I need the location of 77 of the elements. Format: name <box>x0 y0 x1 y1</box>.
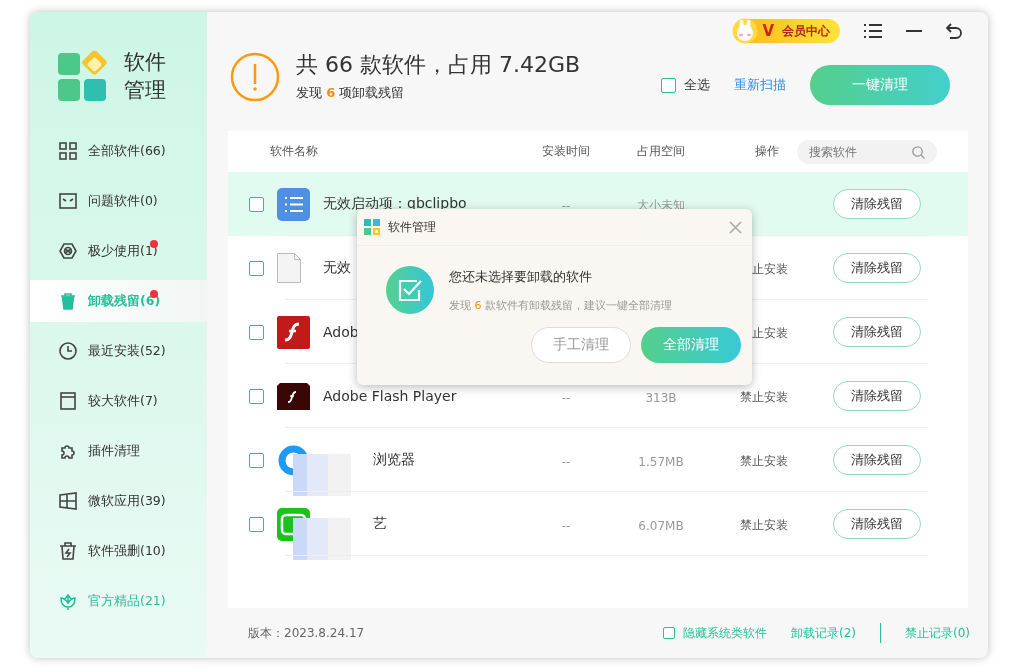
software-name: 艺 <box>372 515 387 533</box>
sidebar-item[interactable]: 问题软件(0) <box>30 180 207 222</box>
checkbox-badge-icon <box>386 266 434 314</box>
summary-subtitle: 发现 6 项卸载残留 <box>296 84 406 102</box>
hide-system-checkbox[interactable] <box>663 627 675 639</box>
warning-icon <box>230 52 280 102</box>
row-checkbox[interactable] <box>249 260 264 276</box>
dialog-detail: 发现 6 款软件有卸载残留，建议一键全部清理 <box>449 297 672 313</box>
sidebar-item[interactable]: 最近安装(52) <box>30 330 207 372</box>
column-header: 软件名称 <box>269 143 319 160</box>
list-app-icon <box>277 187 310 221</box>
clock-icon <box>59 342 77 360</box>
window-icon <box>59 392 77 410</box>
install-time: -- <box>561 198 571 213</box>
menu-icon[interactable] <box>864 24 882 38</box>
close-icon[interactable] <box>729 220 742 234</box>
bin-icon <box>59 542 77 560</box>
sidebar-item[interactable]: 插件清理 <box>30 430 207 472</box>
windows-icon <box>59 492 77 510</box>
install-status: 禁止安装 <box>740 518 788 532</box>
install-time: -- <box>561 518 571 533</box>
hex-icon <box>59 242 77 260</box>
lotus-icon <box>59 592 77 610</box>
puzzle-icon <box>59 442 77 460</box>
install-status: 止安装 <box>752 262 788 276</box>
hide-system-label: 隐藏系统类软件 <box>683 624 767 642</box>
sidebar-item[interactable]: 全部软件(66) <box>30 130 207 172</box>
column-header: 占用空间 <box>636 143 686 160</box>
back-arrow-icon[interactable] <box>946 23 962 39</box>
install-status: 禁止安装 <box>740 454 788 468</box>
row-checkbox[interactable] <box>249 452 264 468</box>
clean-residue-button[interactable]: 清除残留 <box>833 509 921 539</box>
summary-title: 共 66 款软件，占用 7.42GB <box>296 51 581 79</box>
sidebar-item[interactable]: 软件强删(10) <box>30 530 207 572</box>
app-name: 软件 <box>124 49 166 76</box>
size-value: 313B <box>645 390 677 405</box>
install-time: -- <box>561 454 571 469</box>
search-field[interactable]: 搜索软件 <box>797 139 937 164</box>
clean-residue-button[interactable]: 清除残留 <box>833 253 921 283</box>
software-name: Adob <box>322 324 359 340</box>
size-value: 1.57MB <box>638 454 684 469</box>
row-checkbox[interactable] <box>249 324 264 340</box>
mail-icon <box>59 192 77 210</box>
size-value: 6.07MB <box>638 518 684 533</box>
flash-icon <box>277 315 310 349</box>
member-center-button[interactable]: V 会员中心 <box>734 19 840 43</box>
column-header: 操作 <box>755 143 779 160</box>
select-all-checkbox[interactable] <box>661 77 676 93</box>
clean-residue-button[interactable]: 清除残留 <box>833 445 921 475</box>
dialog-title: 软件管理 <box>388 218 436 236</box>
row-checkbox[interactable] <box>249 196 264 212</box>
clean-residue-button[interactable]: 清除残留 <box>833 317 921 347</box>
column-header: 安装时间 <box>541 143 591 160</box>
select-all-label: 全选 <box>684 76 710 94</box>
app-logo-icon <box>364 219 380 235</box>
version-label: 版本：2023.8.24.17 <box>248 624 365 642</box>
bunny-icon <box>732 18 759 44</box>
search-icon <box>912 145 925 159</box>
software-name: 浏览器 <box>372 451 415 469</box>
flash-icon <box>277 382 310 410</box>
software-name: 无效 <box>322 259 351 277</box>
install-status: 止安装 <box>752 326 788 340</box>
software-name: Adobe Flash Player <box>322 388 457 404</box>
sidebar-item[interactable]: 微软应用(39) <box>30 480 207 522</box>
clean-residue-button[interactable]: 清除残留 <box>833 381 921 411</box>
sidebar-item[interactable]: 较大软件(7) <box>30 380 207 422</box>
file-icon <box>277 253 301 283</box>
install-status: 禁止安装 <box>740 390 788 404</box>
row-checkbox[interactable] <box>249 516 264 532</box>
dialog-message: 您还未选择要卸载的软件 <box>449 267 593 286</box>
app-logo-icon <box>58 51 108 101</box>
row-checkbox[interactable] <box>249 388 264 404</box>
install-time: -- <box>561 390 571 405</box>
app-name: 管理 <box>124 77 166 104</box>
trash-icon <box>59 292 77 310</box>
clean-residue-button[interactable]: 清除残留 <box>833 189 921 219</box>
grid-icon <box>59 142 77 160</box>
